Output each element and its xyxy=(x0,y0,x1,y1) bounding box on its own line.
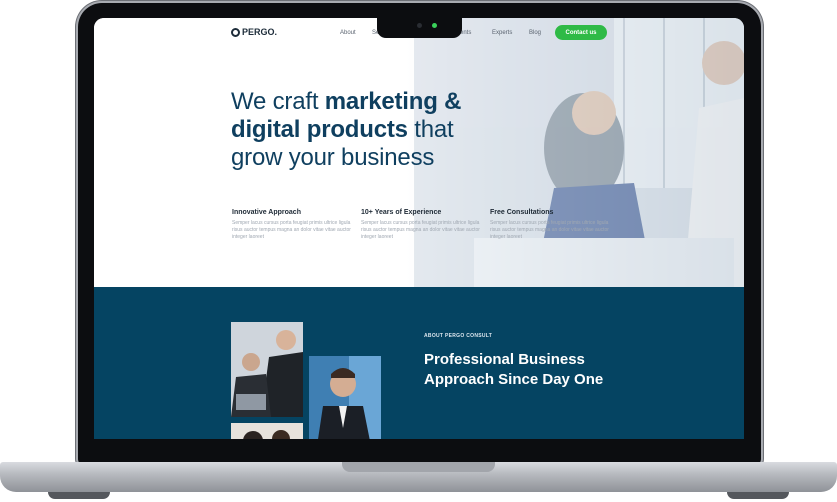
laptop-base xyxy=(0,462,837,492)
feature-text: Semper lacus cursus porta feugiat primis… xyxy=(361,220,480,240)
browser-screen: PERGO. About Se ents Experts Blog Contac… xyxy=(94,18,744,439)
nav-about[interactable]: About xyxy=(340,30,356,36)
about-title: Professional Business Approach Since Day… xyxy=(424,351,604,388)
nav-blog[interactable]: Blog xyxy=(529,30,541,36)
feature-innovative: Innovative Approach Semper lacus cursus … xyxy=(232,209,352,241)
headline-part-2: that xyxy=(407,116,454,143)
businessman-phone-photo xyxy=(309,356,381,439)
laptop-foot-right xyxy=(727,492,789,499)
nav-experts[interactable]: Experts xyxy=(492,30,512,36)
feature-title: Innovative Approach xyxy=(232,209,301,216)
feature-title: Free Consultations xyxy=(490,209,554,216)
feature-text: Semper lacus cursus porta feugiat primis… xyxy=(232,220,351,240)
headline-part-1: We craft xyxy=(231,88,325,115)
business-team-photo xyxy=(231,322,303,417)
feature-text: Semper lacus cursus porta feugiat primis… xyxy=(490,220,609,240)
laptop-foot-left xyxy=(48,492,110,499)
feature-title: 10+ Years of Experience xyxy=(361,209,442,216)
hero-headline: We craft marketing & digital products th… xyxy=(231,88,531,172)
hero-section: PERGO. About Se ents Experts Blog Contac… xyxy=(94,18,744,287)
camera-icon xyxy=(417,23,422,28)
camera-notch xyxy=(377,17,462,38)
headline-bold-1: marketing & xyxy=(324,88,462,115)
headline-bold-2: digital products xyxy=(231,116,408,143)
logo-text: PERGO. xyxy=(242,27,278,37)
camera-indicator-icon xyxy=(432,23,437,28)
about-section: ABOUT PERGO CONSULT Professional Busines… xyxy=(94,287,744,439)
contact-us-button[interactable]: Contact us xyxy=(555,25,607,40)
logo-icon xyxy=(231,27,240,37)
trackpad-notch xyxy=(342,462,495,472)
about-kicker: ABOUT PERGO CONSULT xyxy=(424,333,493,339)
feature-experience: 10+ Years of Experience Semper lacus cur… xyxy=(361,209,481,241)
site-logo[interactable]: PERGO. xyxy=(231,27,277,37)
feature-consultations: Free Consultations Semper lacus cursus p… xyxy=(490,209,610,241)
headline-part-3: grow your business xyxy=(231,144,435,171)
team-meeting-photo xyxy=(231,423,303,439)
